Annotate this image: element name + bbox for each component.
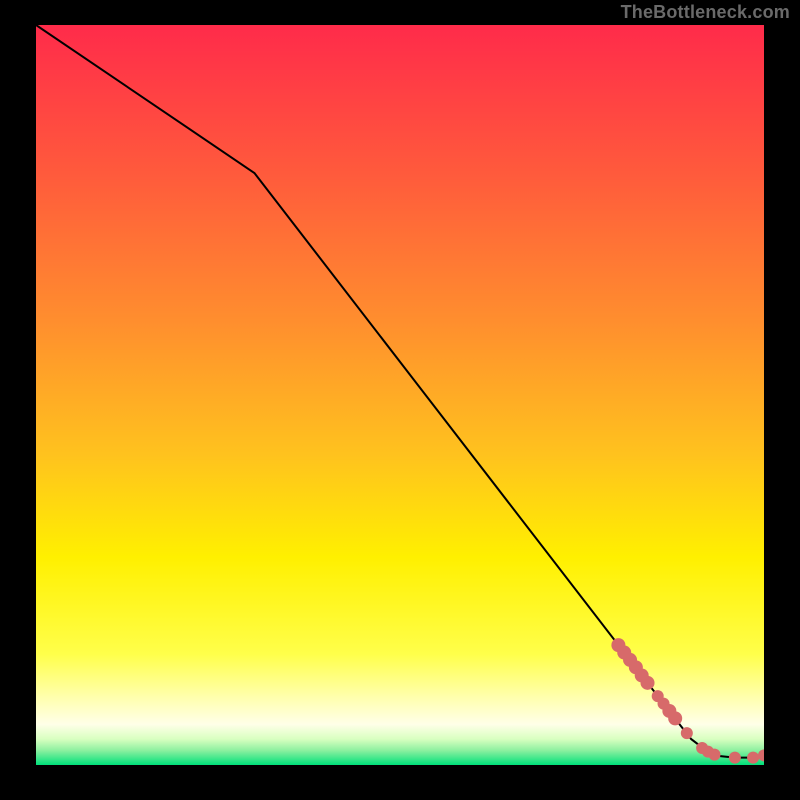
chart-frame: TheBottleneck.com [0,0,800,800]
watermark-label: TheBottleneck.com [621,2,790,23]
gradient-background [36,25,764,765]
data-marker [681,727,693,739]
data-marker [668,711,682,725]
data-marker [641,676,655,690]
data-marker [747,752,759,764]
chart-svg [36,25,764,765]
plot-area [36,25,764,765]
data-marker [729,752,741,764]
data-marker [709,749,721,761]
